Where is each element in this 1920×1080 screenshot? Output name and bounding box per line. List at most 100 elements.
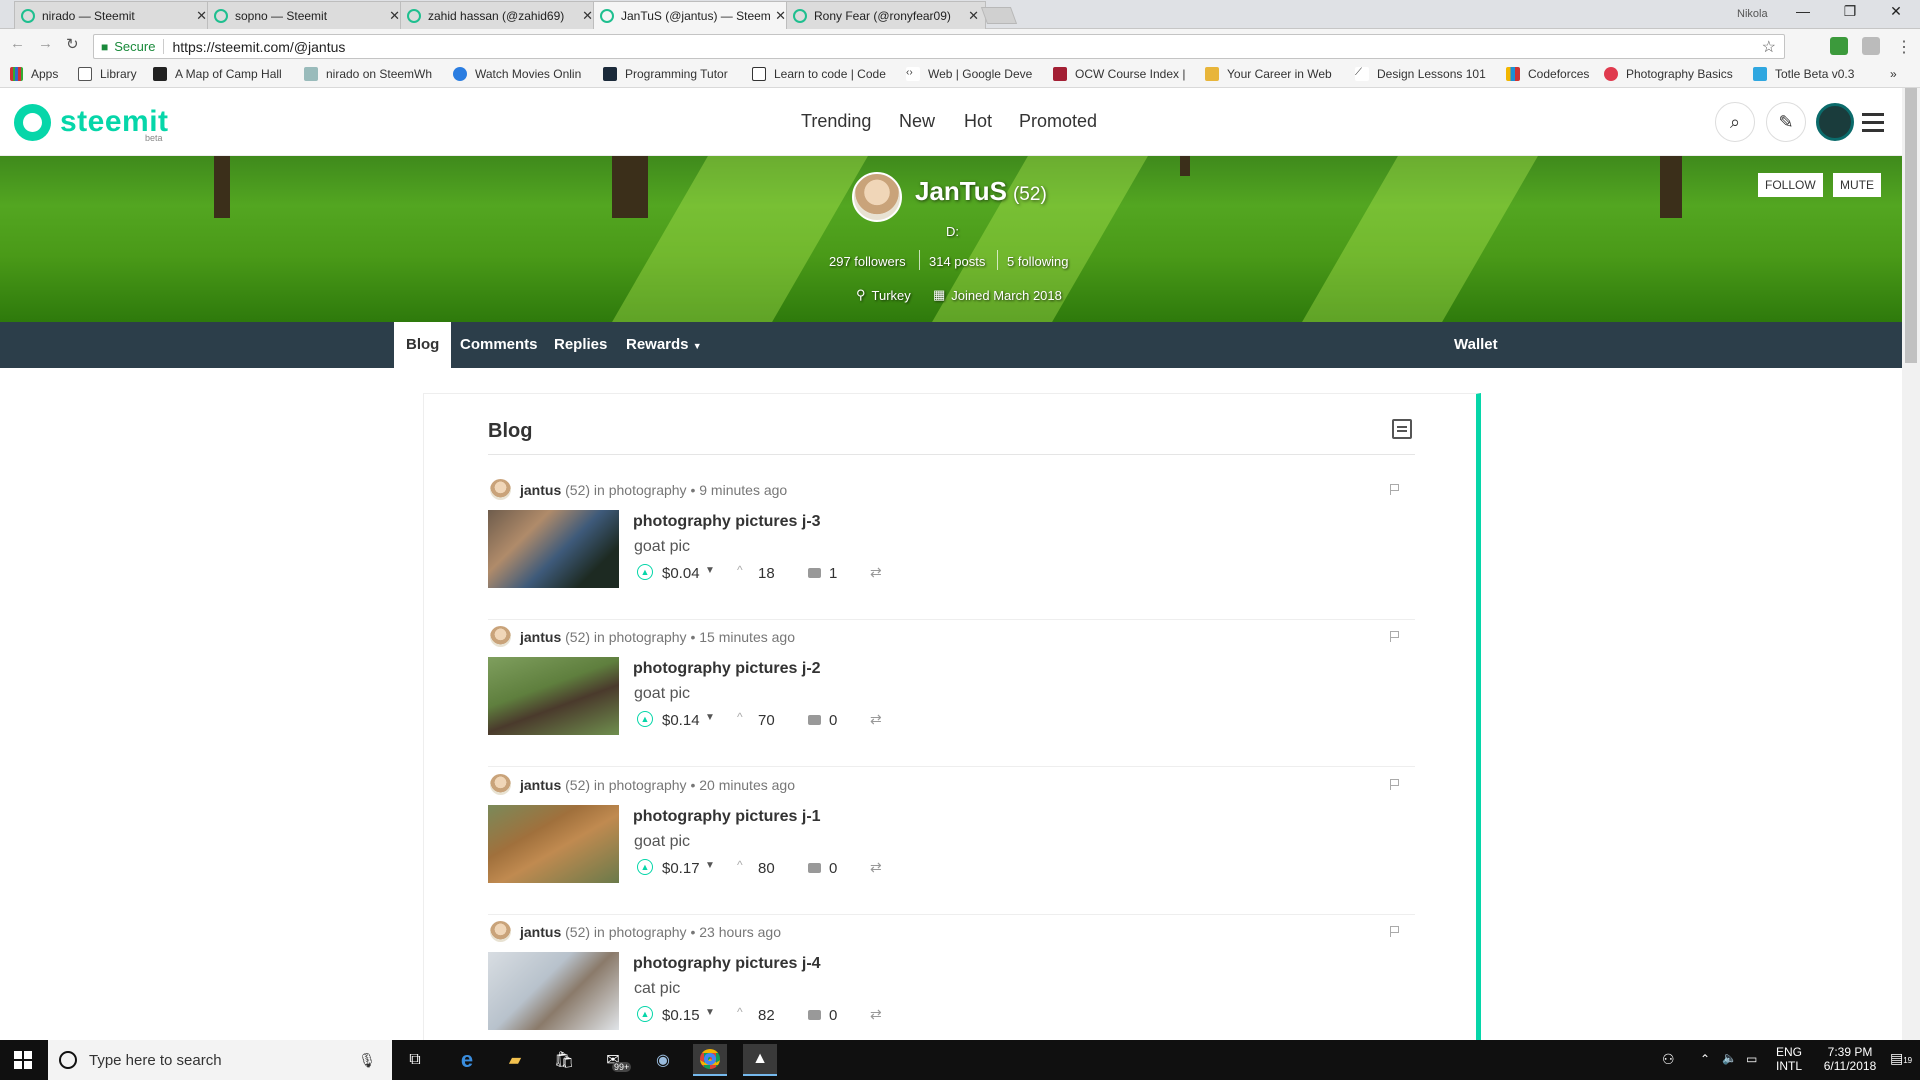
tab-comments[interactable]: Comments bbox=[448, 322, 550, 368]
author-avatar[interactable] bbox=[490, 921, 511, 942]
bookmark-item[interactable]: Apps bbox=[10, 67, 58, 81]
comment-count[interactable]: 0 bbox=[829, 1007, 837, 1024]
post-payout[interactable]: $0.17 bbox=[662, 860, 700, 877]
layout-toggle-icon[interactable] bbox=[1392, 419, 1412, 439]
flag-icon[interactable] bbox=[1390, 779, 1399, 790]
comment-icon[interactable] bbox=[808, 715, 821, 725]
windows-start-icon[interactable] bbox=[14, 1051, 32, 1069]
chrome-icon[interactable] bbox=[693, 1044, 727, 1076]
chevron-down-icon[interactable]: ▼ bbox=[705, 860, 715, 871]
author-avatar[interactable] bbox=[490, 774, 511, 795]
post-excerpt[interactable]: goat pic bbox=[634, 833, 690, 851]
comment-icon[interactable] bbox=[808, 568, 821, 578]
post-thumbnail[interactable] bbox=[488, 657, 619, 735]
chevron-down-icon[interactable]: ▼ bbox=[705, 1007, 715, 1018]
language-indicator[interactable]: ENG INTL bbox=[1776, 1045, 1802, 1073]
resteem-icon[interactable]: ⇄ bbox=[870, 564, 882, 581]
author-link[interactable]: jantus bbox=[520, 629, 561, 645]
following-link[interactable]: 5 following bbox=[1007, 254, 1068, 269]
volume-icon[interactable]: 🔈 bbox=[1722, 1051, 1737, 1065]
bookmark-item[interactable]: Learn to code | Code bbox=[752, 67, 886, 81]
vote-count[interactable]: 70 bbox=[758, 712, 775, 729]
bookmark-item[interactable]: Watch Movies Onlin bbox=[453, 67, 581, 81]
post-thumbnail[interactable] bbox=[488, 510, 619, 588]
follow-button[interactable]: FOLLOW bbox=[1758, 173, 1823, 197]
post-payout[interactable]: $0.04 bbox=[662, 565, 700, 582]
clock[interactable]: 7:39 PM 6/11/2018 bbox=[1810, 1045, 1890, 1073]
resteem-icon[interactable]: ⇄ bbox=[870, 1006, 882, 1023]
browser-menu-icon[interactable]: ⋮ bbox=[1896, 37, 1912, 57]
post-title[interactable]: photography pictures j-3 bbox=[633, 513, 821, 531]
tab-blog[interactable]: Blog bbox=[394, 322, 452, 368]
people-icon[interactable]: ⚇ bbox=[1662, 1051, 1675, 1068]
post-payout[interactable]: $0.15 bbox=[662, 1007, 700, 1024]
user-avatar[interactable] bbox=[1816, 103, 1854, 141]
close-tab-icon[interactable]: ✕ bbox=[968, 8, 979, 24]
flag-icon[interactable] bbox=[1390, 631, 1399, 642]
category-link[interactable]: photography bbox=[609, 482, 687, 498]
comment-count[interactable]: 0 bbox=[829, 712, 837, 729]
action-center-icon[interactable]: ▤19 bbox=[1890, 1050, 1912, 1067]
resteem-icon[interactable]: ⇄ bbox=[870, 711, 882, 728]
bookmarks-overflow-button[interactable]: » bbox=[1890, 67, 1897, 81]
hamburger-menu-icon[interactable] bbox=[1862, 113, 1884, 137]
author-link[interactable]: jantus bbox=[520, 777, 561, 793]
extension-icon[interactable] bbox=[1830, 37, 1848, 55]
bookmark-item[interactable]: ⟋ Design Lessons 101 bbox=[1355, 67, 1486, 81]
chevron-down-icon[interactable]: ▼ bbox=[705, 565, 715, 576]
chevron-up-icon[interactable]: ⌃ bbox=[1700, 1052, 1710, 1066]
vote-count[interactable]: 82 bbox=[758, 1007, 775, 1024]
post-excerpt[interactable]: goat pic bbox=[634, 685, 690, 703]
author-avatar[interactable] bbox=[490, 479, 511, 500]
microphone-icon[interactable]: 🎙 bbox=[358, 1052, 376, 1069]
post-item[interactable]: jantus (52) in photography • 15 minutes … bbox=[488, 619, 1415, 767]
nav-hot[interactable]: Hot bbox=[964, 111, 992, 132]
upvote-icon[interactable]: ▲ bbox=[637, 711, 653, 727]
extension-icon[interactable] bbox=[1862, 37, 1880, 55]
reload-icon[interactable]: ↻ bbox=[66, 35, 79, 53]
taskbar-search-input[interactable]: Type here to search 🎙 bbox=[48, 1040, 392, 1080]
store-icon[interactable]: 🛍 bbox=[547, 1044, 581, 1076]
nav-new[interactable]: New bbox=[899, 111, 935, 132]
mail-icon[interactable]: ✉ 99+ bbox=[596, 1044, 632, 1076]
post-thumbnail[interactable] bbox=[488, 805, 619, 883]
tab-replies[interactable]: Replies bbox=[542, 322, 619, 368]
address-bar[interactable]: ■ Secure https://steemit.com/@jantus ☆ bbox=[93, 34, 1785, 59]
comment-count[interactable]: 1 bbox=[829, 565, 837, 582]
close-tab-icon[interactable]: ✕ bbox=[389, 8, 400, 24]
category-link[interactable]: photography bbox=[609, 629, 687, 645]
flag-icon[interactable] bbox=[1390, 484, 1399, 495]
search-icon[interactable]: ⌕ bbox=[1715, 102, 1755, 142]
author-link[interactable]: jantus bbox=[520, 924, 561, 940]
comment-icon[interactable] bbox=[808, 1010, 821, 1020]
post-item[interactable]: jantus (52) in photography • 9 minutes a… bbox=[488, 472, 1415, 620]
close-tab-icon[interactable]: ✕ bbox=[775, 8, 786, 24]
post-payout[interactable]: $0.14 bbox=[662, 712, 700, 729]
restore-icon[interactable]: ❐ bbox=[1830, 3, 1870, 20]
bookmark-item[interactable]: Totle Beta v0.3 bbox=[1753, 67, 1854, 81]
author-avatar[interactable] bbox=[490, 626, 511, 647]
browser-tab-active[interactable]: JanTuS (@jantus) — Steemit ✕ bbox=[593, 1, 793, 29]
pencil-icon[interactable]: ✎ bbox=[1766, 102, 1806, 142]
followers-link[interactable]: 297 followers bbox=[829, 254, 906, 269]
browser-tab[interactable]: nirado — Steemit ✕ bbox=[14, 1, 214, 29]
browser-profile-name[interactable]: Nikola bbox=[1737, 8, 1768, 20]
scrollbar-thumb[interactable] bbox=[1905, 88, 1917, 363]
photos-icon[interactable]: ▲ bbox=[743, 1044, 777, 1076]
nav-trending[interactable]: Trending bbox=[801, 111, 871, 132]
mute-button[interactable]: MUTE bbox=[1833, 173, 1881, 197]
browser-tab[interactable]: sopno — Steemit ✕ bbox=[207, 1, 407, 29]
bookmark-item[interactable]: A Map of Camp Hall bbox=[153, 67, 282, 81]
vote-count[interactable]: 18 bbox=[758, 565, 775, 582]
category-link[interactable]: photography bbox=[609, 777, 687, 793]
browser-tab[interactable]: zahid hassan (@zahid69) ✕ bbox=[400, 1, 600, 29]
bookmark-item[interactable]: Library bbox=[78, 67, 137, 81]
bookmark-item[interactable]: OCW Course Index | bbox=[1053, 67, 1185, 81]
nav-promoted[interactable]: Promoted bbox=[1019, 111, 1097, 132]
tab-wallet[interactable]: Wallet bbox=[1442, 322, 1510, 368]
post-title[interactable]: photography pictures j-2 bbox=[633, 660, 821, 678]
browser-tab[interactable]: Rony Fear (@ronyfear09) ✕ bbox=[786, 1, 986, 29]
comment-icon[interactable] bbox=[808, 863, 821, 873]
bookmark-item[interactable]: Programming Tutor bbox=[603, 67, 728, 81]
author-link[interactable]: jantus bbox=[520, 482, 561, 498]
